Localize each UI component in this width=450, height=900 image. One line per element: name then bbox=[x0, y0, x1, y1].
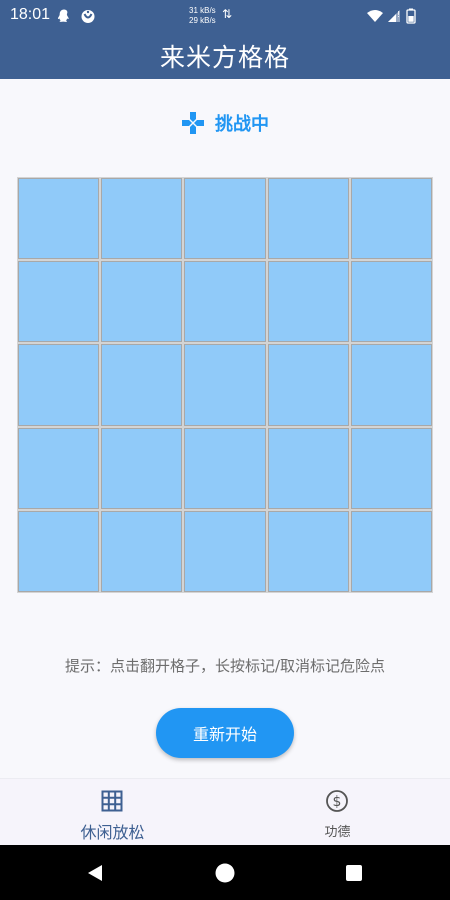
hint-text: 提示：点击翻开格子，长按标记/取消标记危险点 bbox=[64, 657, 386, 675]
app-notification-icon bbox=[81, 10, 95, 23]
challenge-label: 挑战中 bbox=[215, 114, 269, 135]
app-bar: 来米方格格 bbox=[0, 32, 450, 79]
data-transfer-icon: ⇅ bbox=[222, 7, 233, 21]
grid-cell[interactable] bbox=[267, 344, 349, 426]
nav-item-relax[interactable]: 休闲放松 bbox=[0, 779, 225, 846]
svg-text:$: $ bbox=[333, 794, 342, 810]
grid-cell[interactable] bbox=[18, 178, 100, 260]
home-icon[interactable] bbox=[214, 862, 236, 884]
grid-cell[interactable] bbox=[184, 344, 266, 426]
svg-text:!: ! bbox=[397, 10, 400, 19]
grid-cell[interactable] bbox=[101, 510, 183, 592]
cell-signal-icon: ! bbox=[388, 10, 400, 22]
grid-cell[interactable] bbox=[184, 427, 266, 509]
challenge-status: 挑战中 bbox=[0, 108, 450, 138]
recents-icon[interactable] bbox=[343, 862, 365, 884]
grid-cell[interactable] bbox=[350, 178, 432, 260]
grid-cell[interactable] bbox=[184, 178, 266, 260]
game-grid bbox=[17, 177, 433, 593]
grid-cell[interactable] bbox=[101, 427, 183, 509]
qq-notification-icon bbox=[57, 9, 69, 22]
grid-cell[interactable] bbox=[350, 427, 432, 509]
system-nav-bar bbox=[0, 845, 450, 900]
grid-cell[interactable] bbox=[101, 261, 183, 343]
back-icon[interactable] bbox=[84, 862, 106, 884]
grid-cell[interactable] bbox=[267, 427, 349, 509]
wifi-icon bbox=[367, 10, 383, 22]
network-speed: 31 kB/s 29 kB/s bbox=[189, 6, 216, 26]
nav-label-relax: 休闲放松 bbox=[80, 823, 145, 842]
grid-cell[interactable] bbox=[18, 510, 100, 592]
dollar-circle-icon: $ bbox=[326, 790, 348, 812]
grid-cell[interactable] bbox=[267, 510, 349, 592]
grid-cell[interactable] bbox=[18, 344, 100, 426]
gamepad-icon bbox=[182, 112, 204, 134]
battery-icon bbox=[406, 8, 416, 24]
grid-cell[interactable] bbox=[184, 261, 266, 343]
grid-cell[interactable] bbox=[18, 427, 100, 509]
net-up-speed: 31 kB/s bbox=[189, 6, 216, 15]
nav-item-merit[interactable]: $ 功德 bbox=[225, 779, 450, 846]
grid-icon bbox=[101, 790, 123, 812]
status-bar: 18:01 31 kB/s 29 kB/s ⇅ ! bbox=[0, 0, 450, 32]
app-title: 来米方格格 bbox=[159, 43, 290, 72]
grid-cell[interactable] bbox=[267, 261, 349, 343]
restart-button[interactable]: 重新开始 bbox=[156, 708, 294, 758]
grid-cell[interactable] bbox=[350, 510, 432, 592]
grid-cell[interactable] bbox=[350, 261, 432, 343]
grid-cell[interactable] bbox=[101, 344, 183, 426]
nav-label-merit: 功德 bbox=[324, 825, 351, 840]
grid-cell[interactable] bbox=[267, 178, 349, 260]
bottom-nav: 休闲放松 $ 功德 bbox=[0, 778, 450, 845]
net-down-speed: 29 kB/s bbox=[189, 16, 216, 25]
grid-cell[interactable] bbox=[184, 510, 266, 592]
grid-cell[interactable] bbox=[18, 261, 100, 343]
status-time: 18:01 bbox=[10, 6, 51, 23]
grid-cell[interactable] bbox=[101, 178, 183, 260]
grid-cell[interactable] bbox=[350, 344, 432, 426]
